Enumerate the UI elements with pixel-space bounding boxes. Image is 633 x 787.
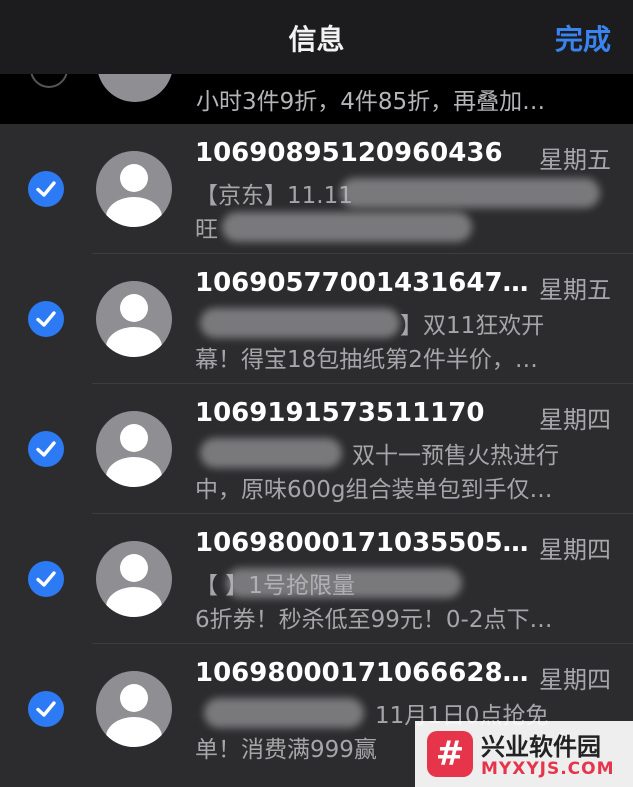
message-preview-line2: 中，原味600g组合装单包到手仅…: [195, 477, 553, 503]
checkbox-icon[interactable]: [30, 74, 68, 88]
redaction-blur: [340, 178, 600, 208]
message-list: 10690895120960436 星期五 【京东】11.11 旺 106905…: [0, 124, 633, 774]
redaction-blur: [200, 308, 400, 338]
navigation-bar: 信息 完成: [0, 0, 633, 74]
logo-icon: #: [427, 731, 473, 777]
avatar-person-icon: [96, 281, 172, 357]
message-row[interactable]: 10690895120960436 星期五 【京东】11.11 旺: [0, 124, 633, 254]
watermark: # 兴业软件园 MYXYJS.COM: [415, 721, 633, 787]
sender-number: 10698000171066628772: [195, 658, 530, 688]
sender-number: 1069191573511170: [195, 398, 485, 428]
message-preview-line1: 】双11狂欢开: [400, 313, 545, 339]
message-preview-line2: 6折券！秒杀低至99元！0-2点下…: [195, 607, 553, 633]
page-title: 信息: [288, 23, 345, 56]
message-row[interactable]: 10698000171035505… 星期四 【 】1号抢限量 6折券！秒杀低至…: [0, 514, 633, 644]
message-row[interactable]: 10690577001431647… 星期五 】双11狂欢开 幕！得宝18包抽纸…: [0, 254, 633, 384]
checkmark-icon[interactable]: [28, 691, 64, 727]
redaction-blur: [222, 212, 472, 242]
message-preview-line2: 幕！得宝18包抽纸第2件半价，…: [195, 347, 538, 373]
message-day: 星期四: [539, 536, 611, 564]
sender-number: 10690895120960436: [195, 138, 503, 168]
message-preview: 小时3件9折，4件85折，再叠加…: [196, 89, 546, 115]
message-day: 星期四: [539, 406, 611, 434]
sender-number: 10698000171035505…: [195, 528, 529, 558]
list-item-partial[interactable]: 小时3件9折，4件85折，再叠加…: [0, 74, 633, 124]
checkmark-icon[interactable]: [28, 431, 64, 467]
checkmark-icon[interactable]: [28, 171, 64, 207]
watermark-name: 兴业软件园: [481, 733, 601, 761]
redaction-blur: [200, 438, 342, 468]
done-button[interactable]: 完成: [555, 18, 611, 58]
avatar: [97, 74, 173, 102]
watermark-url: MYXYJS.COM: [481, 759, 615, 779]
redaction-blur: [204, 698, 364, 728]
message-preview-line1: 双十一预售火热进行: [352, 443, 559, 469]
message-day: 星期四: [539, 666, 611, 694]
avatar-person-icon: [96, 411, 172, 487]
message-day: 星期五: [539, 276, 611, 304]
checkmark-icon[interactable]: [28, 301, 64, 337]
redaction-blur: [226, 568, 462, 598]
sender-number: 10690577001431647…: [195, 268, 529, 298]
avatar-person-icon: [96, 671, 172, 747]
message-day: 星期五: [539, 146, 611, 174]
checkmark-icon[interactable]: [28, 561, 64, 597]
message-row[interactable]: 1069191573511170 星期四 双十一预售火热进行 中，原味600g组…: [0, 384, 633, 514]
avatar-person-icon: [96, 541, 172, 617]
avatar-person-icon: [96, 151, 172, 227]
